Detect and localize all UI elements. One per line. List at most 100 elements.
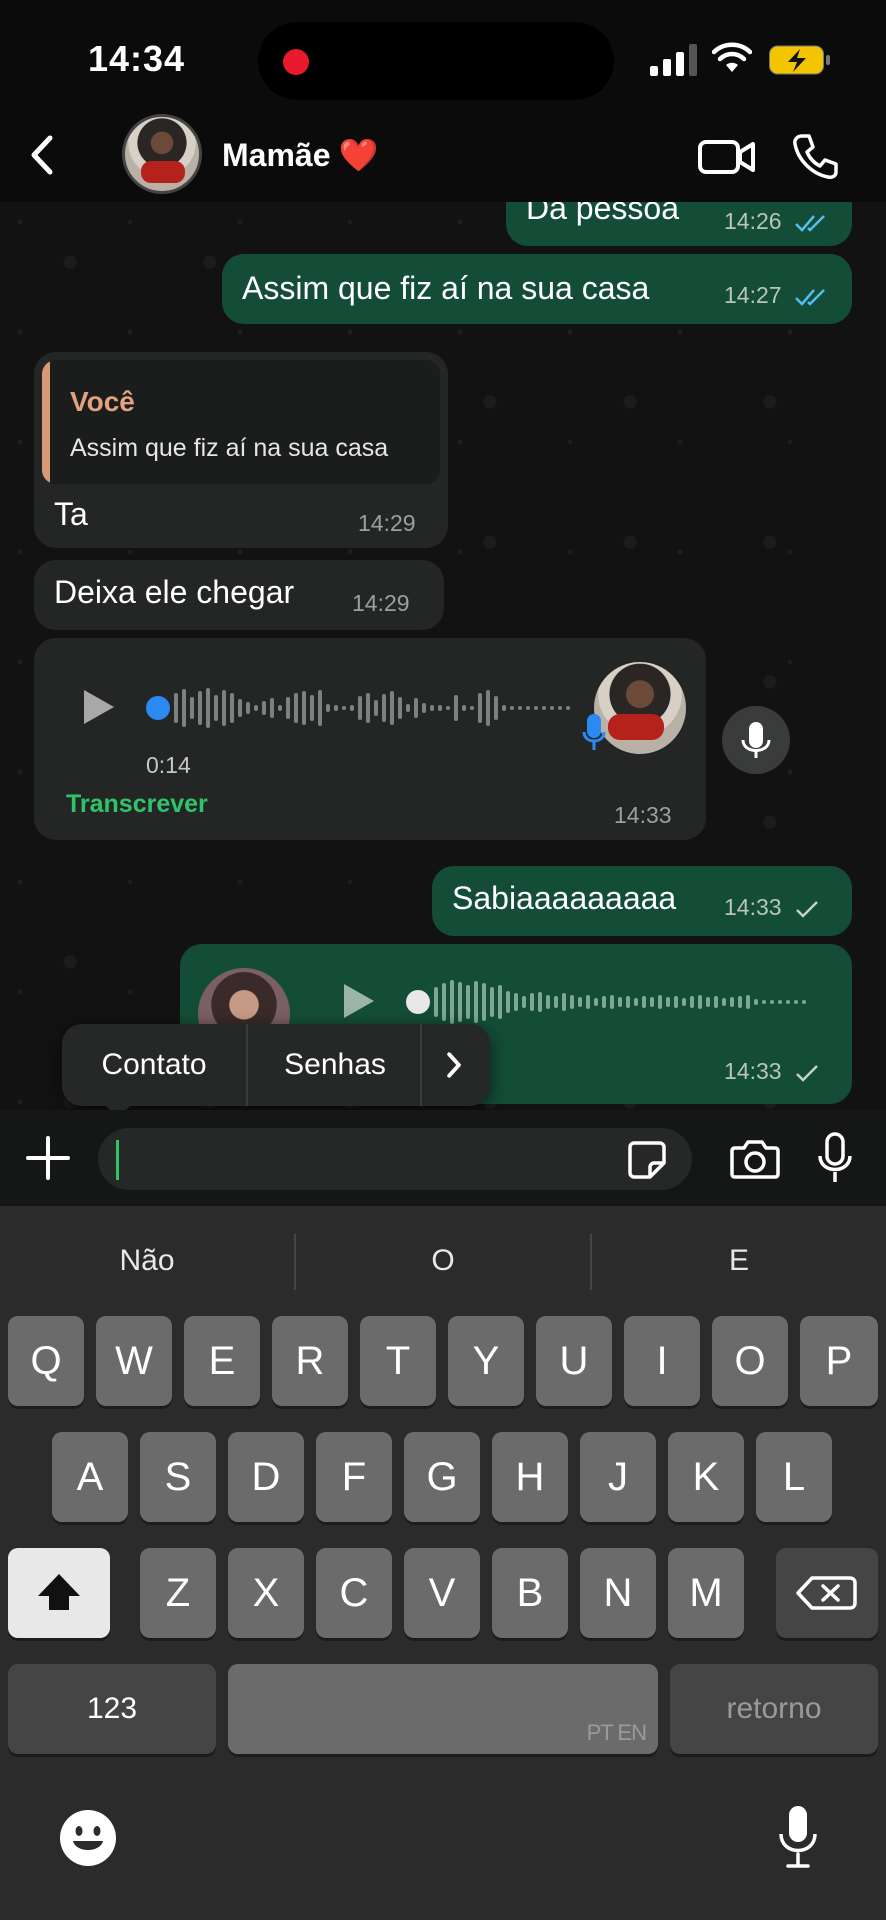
key-f[interactable]: F (316, 1432, 392, 1522)
status-bar: 14:34 (0, 0, 886, 110)
status-time: 14:34 (88, 38, 186, 79)
play-icon[interactable] (84, 690, 114, 724)
key-l[interactable]: L (756, 1432, 832, 1522)
key-h[interactable]: H (492, 1432, 568, 1522)
message-time: 14:26 (724, 208, 828, 235)
message-text: Da pessoa (526, 202, 679, 226)
message-text: Assim que fiz aí na sua casa (242, 270, 650, 306)
voice-message-incoming[interactable]: 0:14 Transcrever 14:33 (34, 638, 706, 840)
contact-name[interactable]: Mamãe ❤️ (222, 136, 378, 174)
autofill-passwords-button[interactable]: Senhas (248, 1024, 422, 1106)
message-time: 14:33 (724, 894, 820, 921)
voice-waveform[interactable] (434, 980, 806, 1024)
chevron-right-icon[interactable] (422, 1024, 490, 1106)
space-key[interactable]: PT EN (228, 1664, 658, 1754)
suggestion-3[interactable]: E (592, 1226, 886, 1296)
suggestion-1[interactable]: Não (0, 1226, 294, 1296)
plus-icon[interactable] (24, 1134, 72, 1182)
quote-text: Assim que fiz aí na sua casa (70, 434, 389, 462)
message-text: Sabiaaaaaaaaa (452, 880, 677, 916)
shift-key[interactable] (8, 1548, 110, 1638)
backspace-key[interactable] (776, 1548, 878, 1638)
autofill-contact-button[interactable]: Contato (62, 1024, 246, 1106)
autofill-suggestion-bar: Contato Senhas (62, 1024, 490, 1106)
key-r[interactable]: R (272, 1316, 348, 1406)
key-p[interactable]: P (800, 1316, 878, 1406)
dictation-mic-icon[interactable] (776, 1804, 820, 1870)
wifi-icon (712, 42, 752, 72)
contact-name-text: Mamãe (222, 137, 331, 173)
time-text: 14:27 (724, 282, 782, 308)
read-double-tick-icon (795, 215, 825, 232)
key-s[interactable]: S (140, 1432, 216, 1522)
key-x[interactable]: X (228, 1548, 304, 1638)
message-bubble-outgoing[interactable]: Assim que fiz aí na sua casa 14:27 (222, 254, 852, 324)
key-o[interactable]: O (712, 1316, 788, 1406)
key-w[interactable]: W (96, 1316, 172, 1406)
message-bubble-incoming-reply[interactable]: Você Assim que fiz aí na sua casa Ta 14:… (34, 352, 448, 548)
quote-author: Você (70, 386, 135, 417)
suggestion-2[interactable]: O (296, 1226, 590, 1296)
playback-position-dot[interactable] (406, 990, 430, 1014)
play-icon[interactable] (344, 984, 374, 1018)
message-time: 14:33 (614, 802, 672, 828)
time-text: 14:33 (724, 894, 782, 920)
message-time: 14:33 (724, 1058, 820, 1085)
key-d[interactable]: D (228, 1432, 304, 1522)
time-text: 14:33 (724, 1058, 782, 1084)
emoji-icon[interactable] (58, 1808, 118, 1868)
back-chevron-icon[interactable] (22, 130, 62, 180)
shift-icon (38, 1574, 80, 1610)
key-q[interactable]: Q (8, 1316, 84, 1406)
key-i[interactable]: I (624, 1316, 700, 1406)
text-cursor (116, 1140, 119, 1180)
message-time: 14:27 (724, 282, 828, 309)
backspace-icon (796, 1576, 857, 1610)
message-text: Deixa ele chegar (54, 574, 295, 610)
key-t[interactable]: T (360, 1316, 436, 1406)
quote-accent-bar (42, 360, 50, 484)
key-g[interactable]: G (404, 1432, 480, 1522)
key-a[interactable]: A (52, 1432, 128, 1522)
space-language-label: PT EN (586, 1720, 647, 1745)
recording-dot-icon (283, 49, 309, 75)
chat-area[interactable]: Da pessoa 14:26 Assim que fiz aí na sua … (0, 202, 886, 1110)
camera-icon[interactable] (730, 1138, 780, 1180)
key-j[interactable]: J (580, 1432, 656, 1522)
message-time: 14:29 (358, 510, 416, 536)
numbers-key[interactable]: 123 (8, 1664, 216, 1754)
key-k[interactable]: K (668, 1432, 744, 1522)
key-n[interactable]: N (580, 1548, 656, 1638)
key-m[interactable]: M (668, 1548, 744, 1638)
voice-shortcut-button[interactable] (722, 706, 790, 774)
message-bubble-incoming[interactable]: Deixa ele chegar 14:29 (34, 560, 444, 630)
heart-emoji: ❤️ (338, 137, 379, 173)
key-v[interactable]: V (404, 1548, 480, 1638)
message-input[interactable] (98, 1128, 692, 1190)
message-text: Ta (54, 496, 88, 532)
phone-call-icon[interactable] (792, 132, 838, 180)
dynamic-island (258, 22, 614, 100)
keyboard: Não O E Q W E R T Y U I O P A S D F G H … (0, 1206, 886, 1920)
message-bubble-outgoing[interactable]: Sabiaaaaaaaaa 14:33 (432, 866, 852, 936)
playback-position-dot[interactable] (146, 696, 170, 720)
key-b[interactable]: B (492, 1548, 568, 1638)
video-call-icon[interactable] (698, 136, 756, 178)
key-u[interactable]: U (536, 1316, 612, 1406)
key-c[interactable]: C (316, 1548, 392, 1638)
return-key[interactable]: retorno (670, 1664, 878, 1754)
battery-charging-icon (769, 45, 830, 75)
message-bubble-outgoing[interactable]: Da pessoa 14:26 (506, 202, 852, 246)
chat-header: Mamãe ❤️ (0, 110, 886, 202)
key-z[interactable]: Z (140, 1548, 216, 1638)
voice-waveform[interactable] (174, 686, 570, 730)
key-e[interactable]: E (184, 1316, 260, 1406)
sticker-icon[interactable] (628, 1141, 666, 1179)
read-double-tick-icon (795, 289, 825, 306)
mic-icon (741, 722, 771, 758)
transcribe-link[interactable]: Transcrever (66, 790, 208, 819)
contact-avatar[interactable] (122, 114, 202, 194)
quoted-message[interactable]: Você Assim que fiz aí na sua casa (42, 360, 440, 484)
key-y[interactable]: Y (448, 1316, 524, 1406)
mic-icon[interactable] (815, 1132, 855, 1184)
